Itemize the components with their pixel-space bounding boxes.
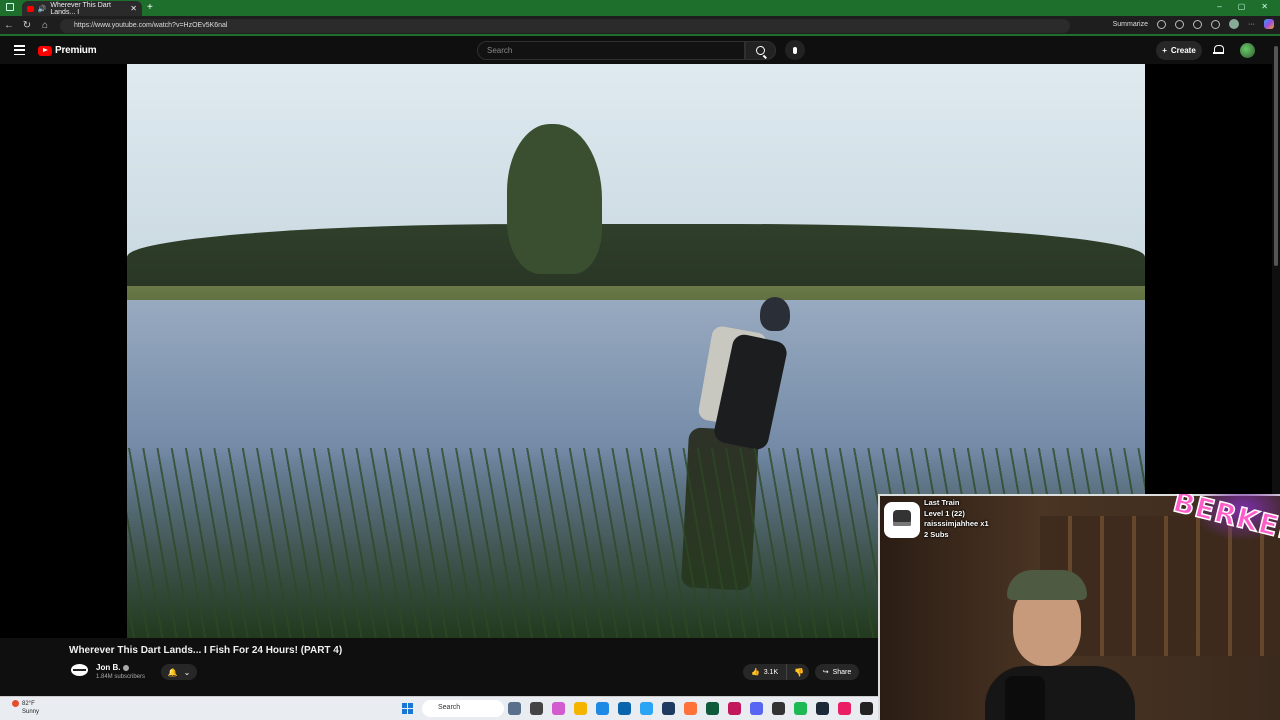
app-icon[interactable] (772, 702, 785, 715)
brand-logo-text: BERKEL (1169, 494, 1280, 549)
search-input[interactable]: Search (477, 41, 745, 60)
tab-actions-icon[interactable] (6, 3, 14, 11)
share-label: Share (832, 668, 852, 676)
like-dislike-group: 👍 3.1K 👎 (743, 664, 809, 680)
create-label: Create (1170, 46, 1196, 55)
close-window-button[interactable]: ✕ (1261, 2, 1268, 11)
channel-name-text: Jon B. (96, 663, 121, 672)
maximize-button[interactable]: ▢ (1238, 2, 1246, 11)
hype-train-level: Level 1 (22) (924, 508, 965, 518)
video-tall-tree (507, 124, 602, 274)
window-controls: – ▢ ✕ (1217, 2, 1268, 11)
close-tab-icon[interactable]: ✕ (130, 4, 137, 13)
favorites-icon[interactable] (1211, 19, 1220, 29)
stream-alert-overlay: Last Train Level 1 (22) raisssimjahhee x… (882, 498, 1022, 542)
address-bar-actions: Summarize ··· (1113, 19, 1274, 29)
like-count: 3.1K (763, 668, 779, 676)
start-icon[interactable] (402, 703, 413, 714)
menu-icon[interactable] (14, 45, 25, 55)
dislike-button[interactable]: 👎 (787, 668, 811, 677)
taskbar-search[interactable]: Search (422, 700, 504, 717)
app-icon[interactable] (728, 702, 741, 715)
discord-icon[interactable] (750, 702, 763, 715)
verified-icon (123, 664, 130, 671)
store-icon[interactable] (596, 702, 609, 715)
steam-icon[interactable] (816, 702, 829, 715)
hype-train-title: Last Train (924, 498, 960, 507)
train-icon (884, 502, 920, 538)
taskbar-apps (508, 702, 873, 715)
youtube-logo[interactable]: Premium (38, 45, 97, 56)
outlook-icon[interactable] (618, 702, 631, 715)
spotify-icon[interactable] (794, 702, 807, 715)
speaker-icon[interactable]: 🔊 (38, 5, 47, 13)
share-icon: ↪ (822, 669, 829, 676)
bell-icon: 🔔 (167, 667, 178, 677)
subscriber-count: 1.84M subscribers (96, 674, 146, 680)
like-button[interactable]: 👍 3.1K (743, 664, 788, 680)
tab-title: Wherever This Dart Lands... I (50, 1, 111, 16)
edge-icon[interactable] (640, 702, 653, 715)
channel-name[interactable]: Jon B. (96, 663, 130, 672)
minimize-button[interactable]: – (1217, 2, 1221, 11)
app-icon[interactable] (838, 702, 851, 715)
firefox-icon[interactable] (684, 702, 697, 715)
address-bar-row: ← ↻ ⌂ https://www.youtube.com/watch?v=Hz… (0, 16, 1280, 36)
extensions-icon[interactable] (1193, 19, 1202, 29)
subscription-bell-button[interactable]: 🔔 ⌄ (161, 664, 197, 680)
plus-icon: + (1162, 46, 1167, 55)
back-icon[interactable]: ← (0, 20, 18, 31)
youtube-header: Premium Search + Create (0, 38, 1280, 64)
app-icon[interactable] (860, 702, 873, 715)
task-view-icon[interactable] (508, 702, 521, 715)
file-explorer-icon[interactable] (574, 702, 587, 715)
channel-avatar[interactable] (71, 664, 88, 676)
widgets-icon[interactable] (530, 702, 543, 715)
app-icon[interactable] (706, 702, 719, 715)
weather-temperature: 82°F (22, 701, 35, 708)
microphone-icon (793, 46, 797, 54)
notifications-icon[interactable] (1213, 45, 1224, 55)
voice-search-button[interactable] (785, 40, 805, 60)
app-icon[interactable] (662, 702, 675, 715)
create-button[interactable]: + Create (1156, 41, 1202, 60)
copilot-icon[interactable] (1264, 19, 1274, 29)
thumbs-down-icon: 👎 (794, 667, 805, 677)
refresh-icon[interactable]: ↻ (18, 20, 36, 31)
search-button[interactable] (745, 41, 776, 60)
hype-train-subs: 2 Subs (924, 529, 949, 539)
browser-tab-active[interactable]: 🔊 Wherever This Dart Lands... I ✕ (22, 1, 142, 16)
chevron-down-icon: ⌄ (183, 667, 191, 677)
new-tab-button[interactable]: + (147, 2, 153, 13)
share-button[interactable]: ↪ Share (815, 664, 859, 680)
user-avatar[interactable] (1240, 43, 1255, 58)
weather-icon (12, 700, 19, 707)
stream-alert-text: Last Train Level 1 (22) raisssimjahhee x… (924, 498, 989, 542)
streamer (985, 566, 1135, 720)
weather-condition: Sunny (22, 709, 40, 716)
summarize-button[interactable]: Summarize (1113, 21, 1148, 28)
search-icon (756, 46, 765, 55)
weather-widget[interactable]: 82°F Sunny (12, 700, 39, 716)
youtube-logo-label: Premium (55, 45, 97, 56)
hype-train-contributor: raisssimjahhee x1 (924, 519, 989, 528)
brand-logo: BERKEL (1168, 494, 1280, 564)
youtube-play-icon (38, 45, 52, 56)
profile-icon[interactable] (1229, 19, 1239, 29)
video-title: Wherever This Dart Lands... I Fish For 2… (69, 645, 343, 656)
read-aloud-icon[interactable] (1157, 19, 1166, 29)
thumbs-up-icon: 👍 (751, 669, 760, 676)
home-icon[interactable]: ⌂ (36, 20, 54, 31)
url-field[interactable]: https://www.youtube.com/watch?v=HzOEv5K6… (60, 19, 1070, 33)
app-icon[interactable] (552, 702, 565, 715)
more-options-icon[interactable]: ··· (1248, 21, 1255, 28)
browser-tab-strip: 🔊 Wherever This Dart Lands... I ✕ + – ▢ … (0, 0, 1280, 16)
youtube-favicon-icon (27, 5, 34, 12)
favorite-star-icon[interactable] (1175, 19, 1184, 29)
